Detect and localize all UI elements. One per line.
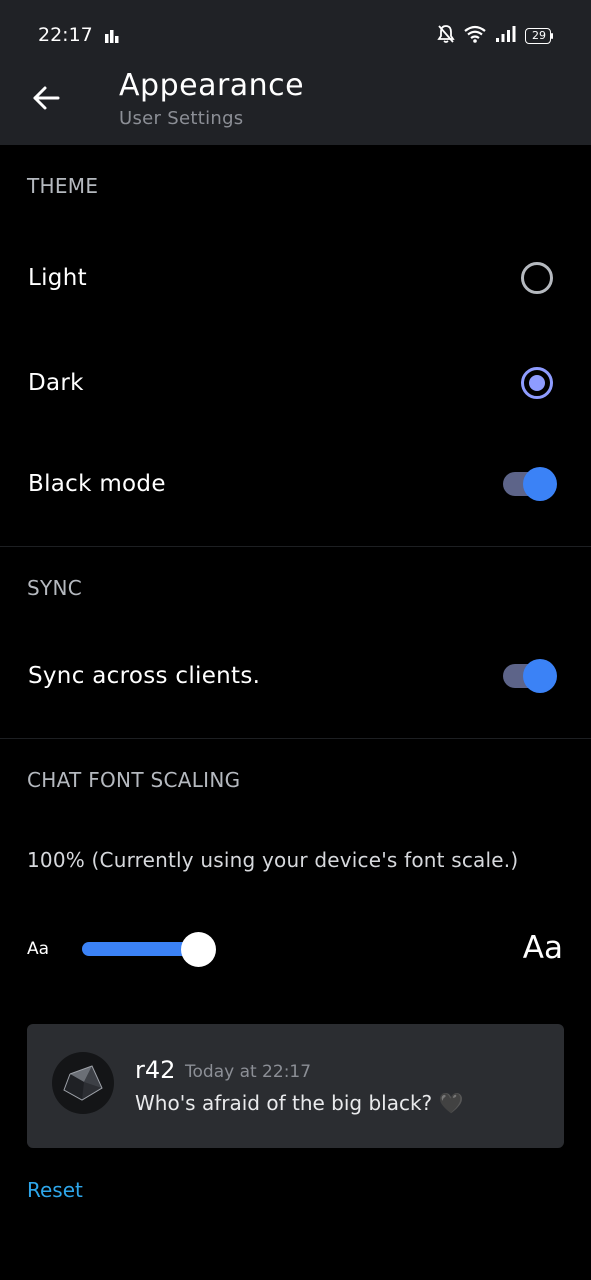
- signal-icon: [495, 25, 517, 47]
- toggle-knob: [523, 467, 557, 501]
- page-subtitle: User Settings: [119, 108, 244, 129]
- font-scaling-section-header: CHAT FONT SCALING: [27, 768, 241, 792]
- radio-selected-dot: [529, 375, 545, 391]
- message-text: Who's afraid of the big black? 🖤: [135, 1091, 464, 1115]
- notifications-off-icon: [437, 24, 455, 48]
- activity-icon: [104, 28, 122, 44]
- section-divider: [0, 738, 591, 739]
- font-scale-slider-thumb[interactable]: [181, 932, 216, 967]
- black-mode-label: Black mode: [28, 471, 166, 497]
- sync-clients-label: Sync across clients.: [28, 663, 261, 689]
- font-scale-min-label: Aa: [27, 939, 50, 959]
- back-button[interactable]: [22, 76, 70, 124]
- theme-light-label[interactable]: Light: [28, 265, 87, 291]
- message-timestamp: Today at 22:17: [185, 1062, 312, 1082]
- section-divider: [0, 546, 591, 547]
- sync-clients-toggle[interactable]: [503, 659, 557, 693]
- black-mode-toggle[interactable]: [503, 467, 557, 501]
- page-title: Appearance: [119, 68, 305, 103]
- battery-icon: 29: [525, 28, 553, 44]
- message-username: r42: [135, 1056, 176, 1084]
- battery-level: 29: [532, 29, 546, 42]
- reset-button[interactable]: Reset: [27, 1178, 83, 1202]
- theme-dark-label[interactable]: Dark: [28, 370, 84, 396]
- sync-section-header: SYNC: [27, 576, 83, 600]
- theme-light-radio[interactable]: [521, 262, 553, 294]
- font-scale-description: 100% (Currently using your device's font…: [27, 848, 519, 872]
- toggle-knob: [523, 659, 557, 693]
- theme-dark-radio[interactable]: [521, 367, 553, 399]
- arrow-left-icon: [32, 84, 60, 116]
- wifi-icon: [463, 25, 487, 47]
- status-time: 22:17: [38, 24, 93, 46]
- theme-section-header: THEME: [27, 174, 99, 198]
- font-scale-max-label: Aa: [522, 930, 563, 966]
- avatar: [52, 1052, 114, 1114]
- status-icons: 29: [437, 24, 553, 48]
